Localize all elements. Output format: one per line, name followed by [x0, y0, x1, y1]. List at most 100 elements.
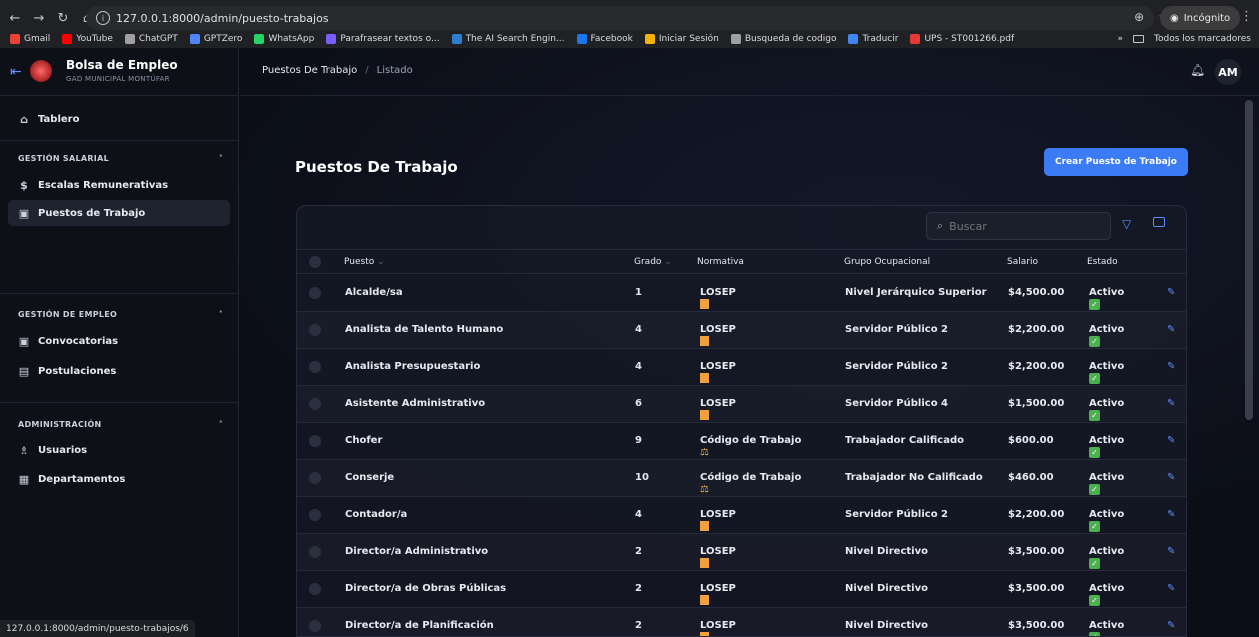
bookmark-item[interactable]: Busqueda de codigo — [730, 34, 836, 44]
edit-icon[interactable]: ✎ — [1167, 546, 1175, 557]
filter-icon[interactable]: ▽ — [1122, 217, 1131, 231]
bookmark-item[interactable]: Gmail — [10, 34, 50, 44]
favicon-icon — [326, 34, 337, 44]
bookmark-item[interactable]: Facebook — [576, 34, 633, 44]
table-row[interactable]: Chofer 9 ⚖ Código de Trabajo Trabajador Cali… — [297, 423, 1186, 460]
section-gestion-salarial[interactable]: GESTIÓN SALARIAL ˄ — [18, 154, 223, 163]
table-row[interactable]: Asistente Administrativo 6 LOSEP Servidor P… — [297, 386, 1186, 423]
cell-normativa: LOSEP — [700, 324, 736, 346]
edit-icon[interactable]: ✎ — [1167, 583, 1175, 594]
header-grado[interactable]: Grado ⌄ — [634, 257, 672, 267]
favicon-icon — [644, 34, 655, 44]
reload-icon[interactable]: ↻ — [54, 9, 72, 27]
edit-icon[interactable]: ✎ — [1167, 509, 1175, 520]
breadcrumb: Puestos De Trabajo / Listado — [262, 65, 413, 76]
section-gestion-de-empleo[interactable]: GESTIÓN DE EMPLEO ˄ — [18, 310, 223, 319]
book-icon — [700, 373, 709, 383]
address-text: 127.0.0.1:8000/admin/puesto-trabajos — [116, 11, 329, 25]
cell-grupo: Servidor Público 2 — [845, 324, 949, 335]
status-badge: ✓Activo — [1089, 398, 1125, 421]
row-checkbox[interactable] — [309, 435, 321, 447]
cell-normativa: LOSEP — [700, 398, 736, 420]
page-scrollbar[interactable] — [1245, 100, 1253, 420]
header-puesto[interactable]: Puesto ⌄ — [344, 257, 385, 267]
edit-icon[interactable]: ✎ — [1167, 620, 1175, 631]
cell-grado: 4 — [635, 361, 642, 372]
row-checkbox[interactable] — [309, 324, 321, 336]
edit-icon[interactable]: ✎ — [1167, 398, 1175, 409]
columns-icon[interactable] — [1153, 217, 1165, 227]
table-row[interactable]: Director/a Administrativo 2 LOSEP Nivel Dir… — [297, 534, 1186, 571]
table-row[interactable]: Contador/a 4 LOSEP Servidor Público 2 $2,200… — [297, 497, 1186, 534]
row-checkbox[interactable] — [309, 361, 321, 373]
create-puesto-button[interactable]: Crear Puesto de Trabajo — [1044, 148, 1188, 176]
row-checkbox[interactable] — [309, 583, 321, 595]
bookmark-item[interactable]: Parafrasear textos o... — [326, 34, 440, 44]
divider — [0, 402, 239, 403]
check-icon: ✓ — [1089, 595, 1100, 606]
edit-icon[interactable]: ✎ — [1167, 435, 1175, 446]
section-administracion[interactable]: ADMINISTRACIÓN ˄ — [18, 420, 223, 429]
cell-grupo: Nivel Directivo — [845, 546, 928, 557]
bookmark-item[interactable]: GPTZero — [189, 34, 242, 44]
bell-icon[interactable]: 🔔︎ — [1190, 63, 1205, 77]
address-bar[interactable]: i 127.0.0.1:8000/admin/puesto-trabajos — [86, 6, 1154, 30]
cell-salario: $2,200.00 — [1008, 361, 1065, 372]
row-checkbox[interactable] — [309, 472, 321, 484]
search-box[interactable]: ⌕ — [926, 212, 1111, 240]
zoom-icon[interactable]: ⊕ — [1134, 10, 1144, 24]
forward-icon[interactable]: → — [30, 9, 48, 27]
table-row[interactable]: Analista Presupuestario 4 LOSEP Servidor Pú… — [297, 349, 1186, 386]
all-bookmarks-link[interactable]: Todos los marcadores — [1154, 34, 1251, 44]
app-root: ⇤ Bolsa de Empleo GAD MUNICIPAL MONTÚFAR… — [0, 48, 1259, 637]
cell-normativa: LOSEP — [700, 361, 736, 383]
sidebar-item-tablero[interactable]: ⌂ Tablero — [8, 106, 230, 132]
cell-grupo: Nivel Directivo — [845, 620, 928, 631]
sidebar-item-departamentos[interactable]: ▦ Departamentos — [8, 466, 230, 492]
check-icon: ✓ — [1089, 447, 1100, 458]
edit-icon[interactable]: ✎ — [1167, 324, 1175, 335]
check-icon: ✓ — [1089, 558, 1100, 569]
sidebar: ⇤ Bolsa de Empleo GAD MUNICIPAL MONTÚFAR… — [0, 48, 239, 637]
check-icon: ✓ — [1089, 299, 1100, 310]
sidebar-collapse-icon[interactable]: ⇤ — [10, 64, 22, 80]
back-icon[interactable]: ← — [6, 9, 24, 27]
edit-icon[interactable]: ✎ — [1167, 287, 1175, 298]
search-input[interactable] — [949, 219, 1090, 233]
row-checkbox[interactable] — [309, 287, 321, 299]
bookmark-item[interactable]: YouTube — [62, 34, 113, 44]
cell-salario: $4,500.00 — [1008, 287, 1065, 298]
site-info-icon[interactable]: i — [96, 11, 110, 25]
breadcrumb-puestos[interactable]: Puestos De Trabajo — [262, 65, 357, 76]
avatar[interactable]: AM — [1215, 59, 1241, 85]
bookmark-item[interactable]: UPS - ST001266.pdf — [910, 34, 1014, 44]
row-checkbox[interactable] — [309, 398, 321, 410]
select-all-checkbox[interactable] — [309, 256, 321, 268]
table-row[interactable]: Conserje 10 ⚖ Código de Trabajo Trabajador N… — [297, 460, 1186, 497]
sidebar-item-postulaciones[interactable]: ▤ Postulaciones — [8, 358, 230, 384]
status-badge: ✓Activo — [1089, 361, 1125, 384]
incognito-badge[interactable]: ◉ Incógnito — [1160, 6, 1241, 30]
bookmark-item[interactable]: Iniciar Sesión — [644, 34, 719, 44]
browser-menu-icon[interactable]: ⋮ — [1240, 9, 1253, 24]
row-checkbox[interactable] — [309, 509, 321, 521]
cell-salario: $2,200.00 — [1008, 509, 1065, 520]
edit-icon[interactable]: ✎ — [1167, 361, 1175, 372]
sidebar-item-convocatorias[interactable]: ▣ Convocatorias — [8, 328, 230, 354]
more-bookmarks-button[interactable]: » — [1117, 34, 1123, 44]
table-row[interactable]: Director/a de Planificación 2 LOSEP Nivel D… — [297, 608, 1186, 636]
table-row[interactable]: Analista de Talento Humano 4 LOSEP Servidor… — [297, 312, 1186, 349]
cell-grupo: Nivel Directivo — [845, 583, 928, 594]
edit-icon[interactable]: ✎ — [1167, 472, 1175, 483]
sidebar-item-puestos-de-trabajo[interactable]: ▣ Puestos de Trabajo — [8, 200, 230, 226]
bookmark-item[interactable]: Traducir — [848, 34, 898, 44]
row-checkbox[interactable] — [309, 546, 321, 558]
table-row[interactable]: Director/a de Obras Públicas 2 LOSEP Nivel … — [297, 571, 1186, 608]
bookmark-item[interactable]: WhatsApp — [254, 34, 314, 44]
bookmark-item[interactable]: ChatGPT — [124, 34, 178, 44]
row-checkbox[interactable] — [309, 620, 321, 632]
sidebar-item-escalas-remunerativas[interactable]: $ Escalas Remunerativas — [8, 172, 230, 198]
table-row[interactable]: Alcalde/sa 1 LOSEP Nivel Jerárquico Superio… — [297, 275, 1186, 312]
bookmark-item[interactable]: The AI Search Engin... — [451, 34, 565, 44]
sidebar-item-usuarios[interactable]: ♗ Usuarios — [8, 437, 230, 463]
